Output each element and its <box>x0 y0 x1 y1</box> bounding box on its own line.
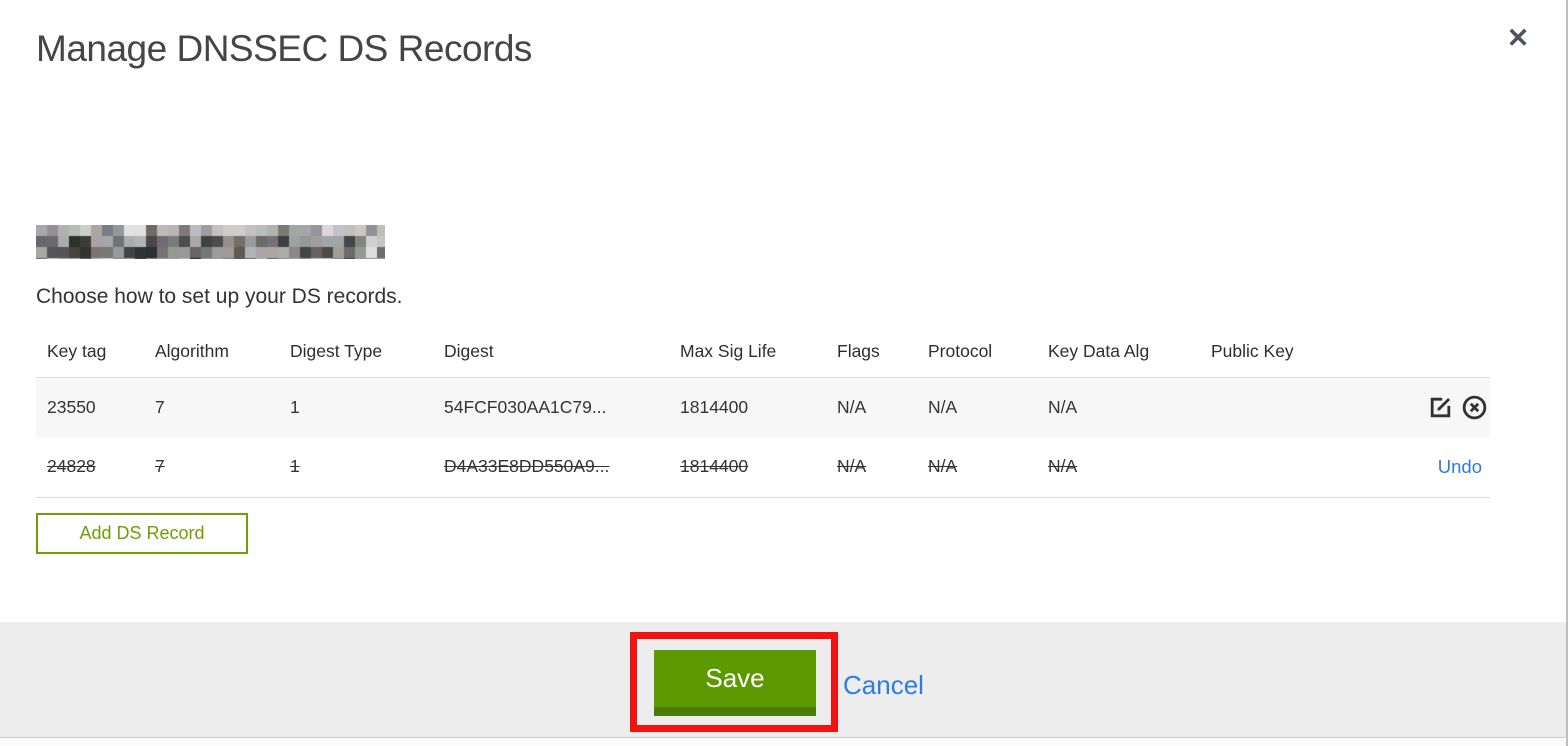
col-header-digest: Digest <box>444 340 494 361</box>
delete-record-icon[interactable] <box>1461 394 1488 421</box>
page-bottom-strip <box>0 739 1566 746</box>
table-row: 23550 7 1 54FCF030AA1C79... 1814400 N/A … <box>36 377 1490 437</box>
row-actions <box>1369 377 1490 437</box>
col-header-actions <box>1369 330 1490 377</box>
col-header-algorithm: Algorithm <box>155 340 229 361</box>
cell-max-sig-life: 1814400 <box>680 456 749 477</box>
col-header-digest-type: Digest Type <box>290 340 383 361</box>
save-button[interactable]: Save <box>654 650 816 716</box>
manage-dnssec-modal: Manage DNSSEC DS Records ✕ Choose how to… <box>0 0 1568 746</box>
table-row-deleted: 24828 7 1 D4A33E8DD550A9... 1814400 N/A … <box>36 437 1490 497</box>
cell-flags: N/A <box>837 456 867 477</box>
cell-max-sig-life: 1814400 <box>680 396 749 417</box>
intro-text: Choose how to set up your DS records. <box>36 285 403 308</box>
col-header-key-data-alg: Key Data Alg <box>1048 340 1150 361</box>
redacted-domain-name <box>36 225 385 259</box>
cell-algorithm: 7 <box>155 456 165 477</box>
col-header-flags: Flags <box>837 340 880 361</box>
col-header-public-key: Public Key <box>1211 340 1294 361</box>
ds-records-table: Key tag Algorithm Digest Type Digest Max… <box>36 330 1490 498</box>
cell-digest-type: 1 <box>290 396 300 417</box>
cell-key-tag: 24828 <box>47 456 96 477</box>
cell-key-tag: 23550 <box>47 396 96 417</box>
cell-public-key <box>1211 377 1369 437</box>
undo-link[interactable]: Undo <box>1438 456 1488 477</box>
cell-key-data-alg: N/A <box>1048 396 1078 417</box>
cell-digest: D4A33E8DD550A9... <box>444 456 610 477</box>
cell-flags: N/A <box>837 396 867 417</box>
col-header-protocol: Protocol <box>928 340 993 361</box>
add-ds-record-button[interactable]: Add DS Record <box>36 513 248 554</box>
edit-record-icon[interactable] <box>1427 394 1454 421</box>
cell-digest: 54FCF030AA1C79... <box>444 396 607 417</box>
cancel-link[interactable]: Cancel <box>843 670 924 701</box>
table-header-row: Key tag Algorithm Digest Type Digest Max… <box>36 330 1490 377</box>
row-actions: Undo <box>1369 437 1490 497</box>
close-icon[interactable]: ✕ <box>1500 20 1536 56</box>
cell-protocol: N/A <box>928 396 958 417</box>
cell-digest-type: 1 <box>290 456 300 477</box>
cell-public-key <box>1211 437 1369 497</box>
cell-algorithm: 7 <box>155 396 165 417</box>
modal-footer: Save Cancel <box>0 622 1566 738</box>
cell-protocol: N/A <box>928 456 958 477</box>
cell-key-data-alg: N/A <box>1048 456 1078 477</box>
col-header-key-tag: Key tag <box>47 340 107 361</box>
page-title: Manage DNSSEC DS Records <box>36 28 532 69</box>
col-header-max-sig-life: Max Sig Life <box>680 340 777 361</box>
